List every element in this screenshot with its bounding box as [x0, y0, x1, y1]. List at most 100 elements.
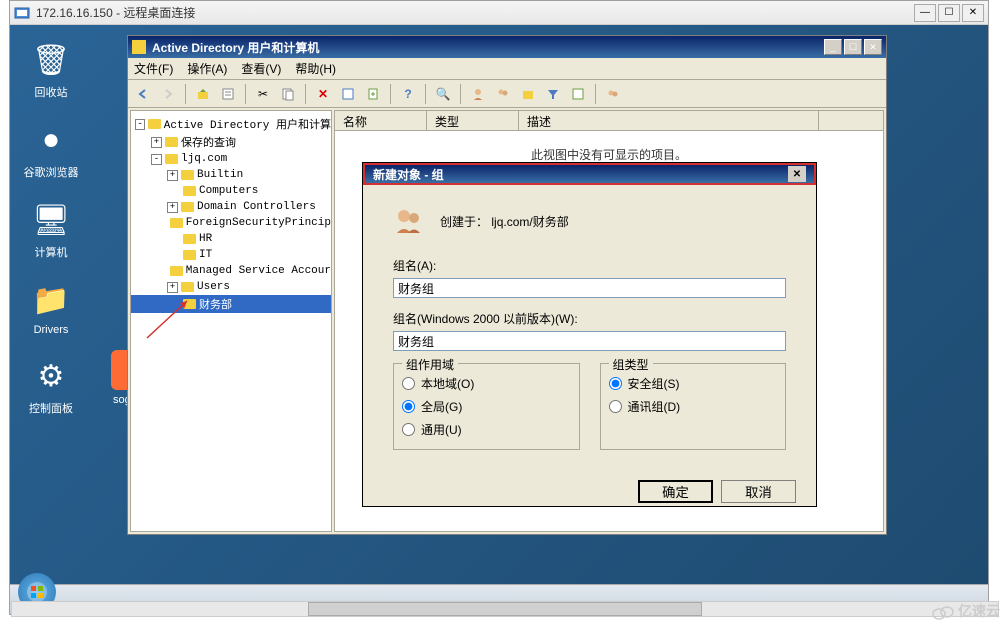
rdp-maximize-button[interactable]: ☐	[938, 4, 960, 22]
export-button[interactable]	[362, 83, 384, 105]
rdp-window: 172.16.16.150 - 远程桌面连接 — ☐ ✕ 🗑回收站 ●谷歌浏览器 🖥…	[9, 0, 989, 615]
radio-input-security[interactable]	[609, 377, 622, 390]
new-ou-icon[interactable]	[517, 83, 539, 105]
tree-node-label: Active Directory 用户和计算	[164, 116, 331, 132]
tree-node-label: ForeignSecurityPrincip	[186, 217, 331, 229]
tree-node[interactable]: +保存的查询	[131, 133, 331, 151]
tree-expand-toggle[interactable]: +	[167, 202, 178, 213]
menu-view[interactable]: 查看(V)	[241, 60, 281, 77]
tree-node-label: Domain Controllers	[197, 201, 316, 213]
rdp-close-button[interactable]: ✕	[962, 4, 984, 22]
tree-node[interactable]: + Builtin	[131, 167, 331, 183]
tree-node[interactable]: Computers	[131, 183, 331, 199]
radio-input-distribution[interactable]	[609, 400, 622, 413]
dialog-close-button[interactable]: ✕	[788, 166, 806, 182]
column-header-type[interactable]: 类型	[427, 111, 519, 130]
tree-node-label: HR	[199, 233, 212, 245]
search-icon[interactable]	[567, 83, 589, 105]
delete-button[interactable]: ✕	[312, 83, 334, 105]
group-name-w2k-input[interactable]	[393, 331, 786, 351]
properties-button[interactable]	[217, 83, 239, 105]
rdp-icon	[14, 5, 30, 21]
filter-icon[interactable]	[542, 83, 564, 105]
rdp-title: 172.16.16.150 - 远程桌面连接	[36, 4, 914, 21]
find-button[interactable]: 🔍	[432, 83, 454, 105]
tree-node-label: Users	[197, 281, 230, 293]
desktop-icon-drivers[interactable]: 📁Drivers	[20, 280, 82, 336]
ad-maximize-button[interactable]: ☐	[844, 39, 862, 55]
folder-icon	[182, 248, 196, 262]
tree-node-label: Computers	[199, 185, 258, 197]
desktop-icon-recycle-bin[interactable]: 🗑回收站	[20, 40, 82, 100]
ok-button[interactable]: 确定	[638, 480, 713, 503]
new-group-icon[interactable]	[492, 83, 514, 105]
desktop-icon-computer[interactable]: 🖥计算机	[20, 200, 82, 260]
cut-button[interactable]: ✂	[252, 83, 274, 105]
tree-node-label: Managed Service Accour	[186, 265, 331, 277]
radio-input-universal[interactable]	[402, 423, 415, 436]
new-user-icon[interactable]	[467, 83, 489, 105]
radio-security[interactable]: 安全组(S)	[609, 372, 778, 395]
menu-help[interactable]: 帮助(H)	[295, 60, 336, 77]
tree-expand-toggle[interactable]: +	[167, 282, 178, 293]
tree-node[interactable]: - Active Directory 用户和计算	[131, 115, 331, 133]
radio-local[interactable]: 本地域(O)	[402, 372, 571, 395]
scrollbar-thumb[interactable]	[308, 602, 702, 616]
tree-expand-toggle[interactable]: -	[151, 154, 162, 165]
tree-node[interactable]: Managed Service Accour	[131, 263, 331, 279]
folder-icon	[170, 264, 183, 278]
column-header-name[interactable]: 名称	[335, 111, 427, 130]
horizontal-scrollbar[interactable]	[11, 601, 999, 617]
remote-desktop[interactable]: 🗑回收站●谷歌浏览器🖥计算机📁Drivers⚙控制面板 S sogou_ Act…	[10, 25, 988, 614]
folder-icon	[164, 135, 178, 149]
type-legend: 组类型	[609, 356, 653, 373]
forward-button[interactable]	[157, 83, 179, 105]
recycle-bin-icon: 🗑	[31, 40, 71, 80]
up-button[interactable]	[192, 83, 214, 105]
group-name-label: 组名(A):	[393, 257, 786, 274]
dialog-titlebar[interactable]: 新建对象 - 组 ✕	[363, 163, 816, 185]
windows-logo-icon	[26, 581, 48, 603]
tree-node[interactable]: ForeignSecurityPrincip	[131, 215, 331, 231]
tree-expand-toggle[interactable]: +	[167, 170, 178, 181]
group-name-input[interactable]	[393, 278, 786, 298]
created-in-value: ljq.com/财务部	[491, 215, 568, 229]
cancel-button[interactable]: 取消	[721, 480, 796, 503]
new-object-group-dialog: 新建对象 - 组 ✕ 创建于： ljq.com/财务部 组名(A): 组名(Wi…	[362, 162, 817, 507]
computer-icon: 🖥	[31, 200, 71, 240]
copy-button[interactable]	[277, 83, 299, 105]
radio-distribution[interactable]: 通讯组(D)	[609, 395, 778, 418]
radio-global[interactable]: 全局(G)	[402, 395, 571, 418]
scope-legend: 组作用域	[402, 356, 458, 373]
radio-universal[interactable]: 通用(U)	[402, 418, 571, 441]
radio-label: 全局(G)	[421, 398, 462, 415]
rdp-titlebar[interactable]: 172.16.16.150 - 远程桌面连接 — ☐ ✕	[10, 1, 988, 25]
menu-action[interactable]: 操作(A)	[187, 60, 227, 77]
folder-icon	[182, 232, 196, 246]
ad-close-button[interactable]: ✕	[864, 39, 882, 55]
tree-expand-toggle[interactable]: +	[151, 137, 162, 148]
back-button[interactable]	[132, 83, 154, 105]
tree-node[interactable]: -ljq.com	[131, 151, 331, 167]
add-to-group-icon[interactable]	[602, 83, 624, 105]
tree-node-label: Builtin	[197, 169, 243, 181]
column-header-desc[interactable]: 描述	[519, 111, 819, 130]
refresh-button[interactable]	[337, 83, 359, 105]
tree-node[interactable]: HR	[131, 231, 331, 247]
dialog-title: 新建对象 - 组	[373, 166, 788, 183]
tree-node[interactable]: + Domain Controllers	[131, 199, 331, 215]
tree-node-label: 财务部	[199, 296, 232, 312]
tree-node[interactable]: IT	[131, 247, 331, 263]
help-button[interactable]: ?	[397, 83, 419, 105]
group-name-w2k-label: 组名(Windows 2000 以前版本)(W):	[393, 310, 786, 327]
ad-minimize-button[interactable]: _	[824, 39, 842, 55]
ad-titlebar[interactable]: Active Directory 用户和计算机 _ ☐ ✕	[128, 36, 886, 58]
tree-expand-toggle[interactable]: -	[135, 119, 146, 130]
folder-icon	[180, 200, 194, 214]
desktop-icon-chrome[interactable]: ●谷歌浏览器	[20, 120, 82, 180]
radio-input-global[interactable]	[402, 400, 415, 413]
rdp-minimize-button[interactable]: —	[914, 4, 936, 22]
menu-file[interactable]: 文件(F)	[134, 60, 173, 77]
radio-input-local[interactable]	[402, 377, 415, 390]
desktop-icon-control-panel[interactable]: ⚙控制面板	[20, 356, 82, 416]
